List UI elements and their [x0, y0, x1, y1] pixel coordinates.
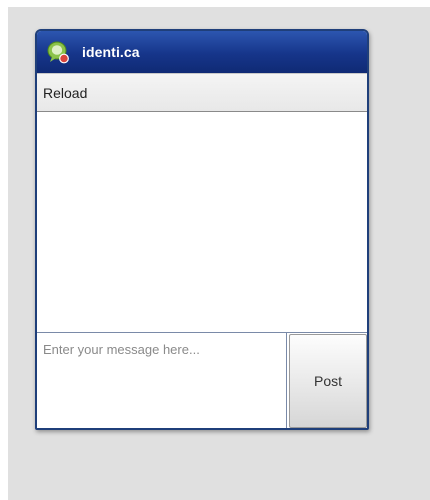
message-input[interactable]	[37, 333, 287, 428]
title-bar: identi.ca	[37, 31, 367, 73]
identica-widget-window: identi.ca Reload Post	[35, 29, 369, 430]
speech-bubble-logo-icon	[47, 41, 69, 64]
post-button[interactable]: Post	[289, 334, 367, 428]
compose-area: Post	[37, 332, 367, 428]
toolbar: Reload	[37, 73, 367, 112]
app-title: identi.ca	[82, 44, 140, 60]
reload-button[interactable]: Reload	[43, 85, 87, 101]
timeline-list[interactable]	[37, 112, 367, 332]
